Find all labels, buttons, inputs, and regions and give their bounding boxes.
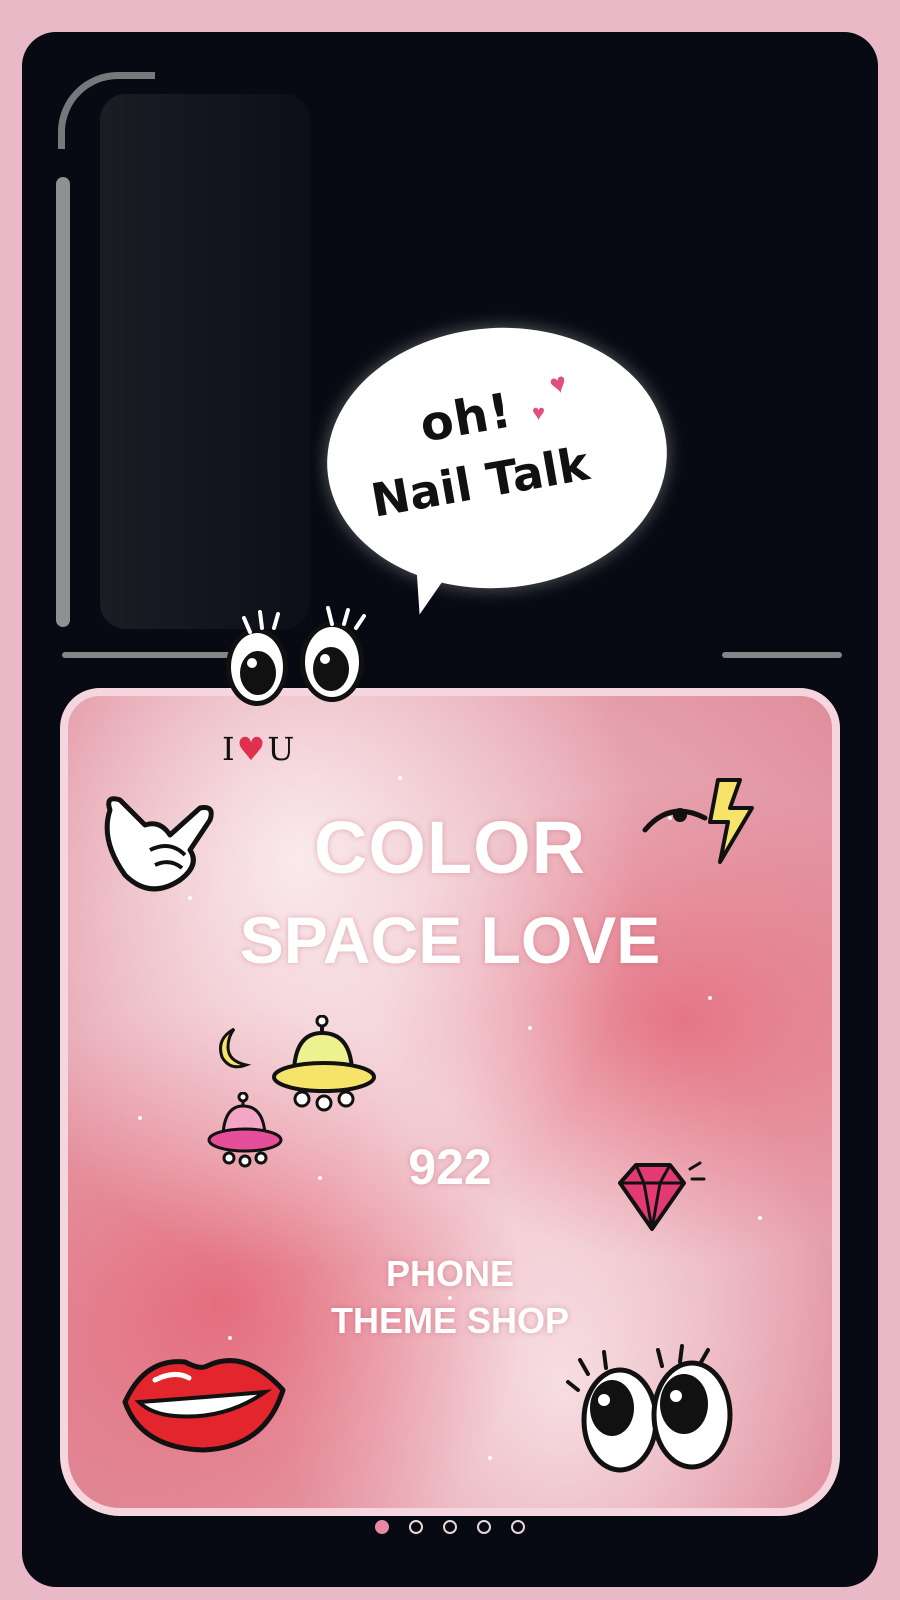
lips-icon [122, 1358, 286, 1453]
neck-line-right [722, 652, 842, 658]
page-dot-3[interactable] [443, 1520, 457, 1534]
page-indicator [0, 1520, 900, 1534]
page-dot-1[interactable] [375, 1520, 389, 1534]
brand-line1: PHONE [385, 1253, 515, 1294]
theme-title-line1: COLOR [313, 806, 587, 889]
cap-corner-highlight [58, 72, 155, 149]
page-dot-5[interactable] [511, 1520, 525, 1534]
wallpaper-home-screen[interactable]: oh! Nail Talk ♥ ♥ I♥U COLOR SPACE LOVE 9… [0, 0, 900, 1600]
heart-icon: ♥ [532, 400, 546, 425]
eyes-sticker-icon [566, 1344, 733, 1473]
cap-edge-highlight [56, 177, 70, 627]
neck-line-left [62, 652, 232, 658]
theme-title-line2: SPACE LOVE [239, 903, 661, 977]
brand-line2: THEME SHOP [330, 1300, 570, 1341]
page-dot-2[interactable] [409, 1520, 423, 1534]
cap-highlight [100, 94, 310, 629]
theme-number: 922 [408, 1139, 492, 1195]
diamond-icon [618, 1161, 706, 1231]
eyelash-icon [242, 606, 366, 634]
moon-icon [219, 1027, 252, 1069]
i-love-you-sticker: I♥U [222, 730, 297, 768]
page-dot-4[interactable] [477, 1520, 491, 1534]
